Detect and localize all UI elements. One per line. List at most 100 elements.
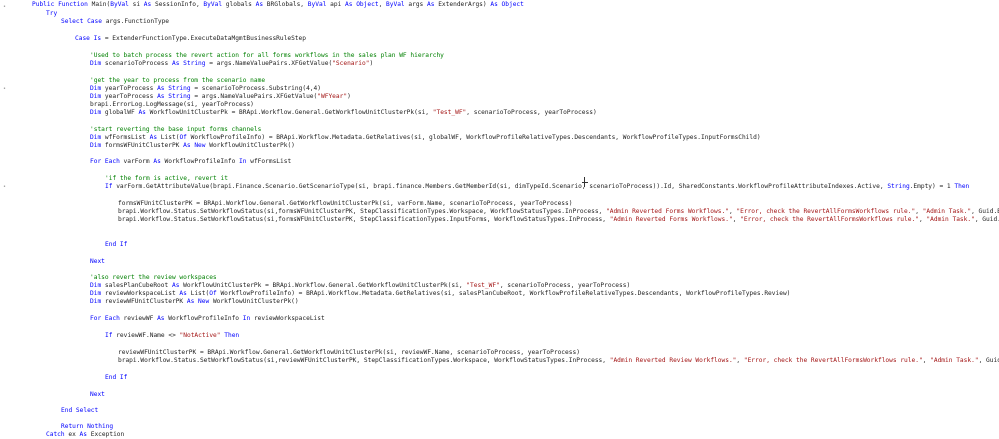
string-token: "Admin Task." — [926, 216, 975, 223]
keyword-token: Dim — [90, 290, 105, 297]
code-line[interactable]: brapi.Workflow.Status.SetWorkflowStatus(… — [118, 357, 999, 365]
code-token: reviewWF — [123, 315, 158, 322]
string-token: "Admin Reverted Forms Workflows." — [606, 208, 729, 215]
code-token: List( — [160, 134, 180, 141]
keyword-token: End If — [105, 241, 128, 248]
keyword-token: Of — [179, 134, 191, 141]
code-line[interactable]: reviewWFUnitClusterPK = BRApi.Workflow.G… — [118, 349, 580, 357]
comment-token: 'also revert the review workspaces — [90, 274, 217, 281]
keyword-token: As — [157, 315, 169, 322]
code-line[interactable]: End Select — [61, 407, 98, 415]
code-token: args.FunctionType — [105, 18, 170, 25]
code-token: WorkflowUnitClusterPk() — [212, 298, 299, 305]
code-line[interactable]: 'get the year to process from the scenar… — [90, 77, 265, 85]
code-token: WorkflowProfileInfo — [168, 315, 243, 322]
code-token: varForm — [123, 158, 154, 165]
code-token: List( — [190, 290, 210, 297]
comment-token: 'if the form is active, revert it — [105, 175, 228, 182]
keyword-token: As — [149, 134, 161, 141]
keyword-token: Catch — [46, 431, 69, 438]
keyword-token: If — [105, 183, 117, 190]
code-line[interactable]: Dim formsWFUnitClusterPK As New Workflow… — [90, 142, 295, 150]
keyword-token: As Object — [345, 1, 379, 8]
keyword-token: Try — [46, 10, 58, 17]
keyword-token: As String — [157, 85, 195, 92]
code-token: scenarioToProcess — [104, 60, 172, 67]
code-line[interactable]: Return Nothing — [61, 423, 113, 431]
keyword-token: Return Nothing — [61, 423, 114, 430]
code-line[interactable]: End If — [105, 374, 127, 382]
code-token: .Empty) = 1 — [909, 183, 955, 190]
code-token: ) — [369, 60, 374, 67]
code-line[interactable]: For Each reviewWF As WorkflowProfileInfo… — [90, 315, 325, 323]
code-line[interactable]: For Each varForm As WorkflowProfileInfo … — [90, 158, 291, 166]
keyword-token: As — [179, 290, 191, 297]
code-line[interactable]: Public Function Main(ByVal si As Session… — [32, 1, 524, 9]
code-token: , Guid.Empty) — [974, 216, 999, 223]
code-token: formsWFUnitClusterPK — [104, 142, 184, 149]
comment-token: 'start reverting the base input forms ch… — [90, 126, 262, 133]
code-line[interactable]: brapi.Workflow.Status.SetWorkflowStatus(… — [118, 208, 999, 216]
code-token: wfFormsList — [104, 134, 150, 141]
string-token: "NotActive" — [179, 332, 221, 339]
keyword-token: As String — [171, 60, 210, 67]
code-line[interactable]: Try — [46, 10, 57, 18]
keyword-token: For Each — [90, 315, 124, 322]
code-line[interactable]: Next — [90, 391, 105, 399]
code-token: api — [330, 1, 346, 8]
keyword-token: Dim — [90, 109, 105, 116]
code-token: BRGlobals, — [266, 1, 308, 8]
code-token: reviewWFUnitClusterPK = BRApi.Workflow.G… — [118, 349, 580, 356]
code-line[interactable]: brapi.ErrorLog.LogMessage(si, yearToProc… — [90, 101, 254, 109]
code-token: brapi.Workflow.Status.SetWorkflowStatus(… — [118, 216, 610, 223]
code-line[interactable]: Next — [90, 258, 105, 266]
comment-token: 'get the year to process from the scenar… — [90, 77, 266, 84]
code-line[interactable]: Dim yearToProcess As String = scenarioTo… — [90, 85, 321, 93]
code-line[interactable]: End If — [105, 241, 127, 249]
code-area[interactable]: Public Function Main(ByVal si As Session… — [0, 0, 999, 439]
code-token: , scenarioToProcess, yearToProcess) — [466, 109, 597, 116]
string-token: "Admin Reverted Forms Workflows." — [609, 216, 733, 223]
code-line[interactable]: Catch ex As Exception — [46, 431, 124, 439]
code-line[interactable]: formsWFUnitClusterPK = BRApi.Workflow.Ge… — [118, 200, 572, 208]
keyword-token: Select Case — [61, 18, 106, 25]
code-line[interactable]: 'start reverting the base input forms ch… — [90, 126, 261, 134]
code-line[interactable]: 'also revert the review workspaces — [90, 274, 217, 282]
keyword-token: Dim — [90, 93, 105, 100]
code-line[interactable]: Dim reviewWFUnitClusterPK As New Workflo… — [90, 298, 299, 306]
code-line[interactable]: Dim globalWF As WorkflowUnitClusterPk = … — [90, 109, 597, 117]
text-cursor-icon — [582, 177, 588, 187]
string-token: "Test_WF" — [432, 109, 467, 116]
string-token: "WFYear" — [317, 93, 348, 100]
code-line[interactable]: If varForm.GetAttributeValue(brapi.Finan… — [105, 183, 969, 191]
code-token: si — [132, 1, 144, 8]
keyword-token: Dim — [90, 298, 105, 305]
keyword-token: Dim — [90, 60, 105, 67]
code-editor[interactable]: • • • Public Function Main(ByVal si As Ses… — [0, 0, 999, 439]
code-token: SessionInfo, — [154, 1, 204, 8]
keyword-token: ByVal — [110, 1, 133, 8]
code-line[interactable]: Dim yearToProcess As String = args.NameV… — [90, 93, 351, 101]
string-token: "Error, check the RevertAllFormsWorkflow… — [743, 357, 923, 364]
code-token: reviewWFUnitClusterPK — [104, 298, 187, 305]
keyword-token: For Each — [90, 158, 124, 165]
keyword-token: Then — [954, 183, 970, 190]
keyword-token: Case Is — [75, 35, 105, 42]
code-token: Main( — [91, 1, 111, 8]
keyword-token: If — [105, 332, 117, 339]
code-line[interactable]: Dim wfFormsList As List(Of WorkflowProfi… — [90, 134, 761, 142]
code-line[interactable]: 'Used to batch process the revert action… — [90, 52, 444, 60]
code-token: yearToProcess — [104, 93, 158, 100]
code-line[interactable]: Dim scenarioToProcess As String = args.N… — [90, 60, 373, 68]
keyword-token: As — [255, 1, 267, 8]
code-line[interactable]: Dim salesPlanCubeRoot As WorkflowUnitClu… — [90, 282, 630, 290]
code-line[interactable]: 'if the form is active, revert it — [105, 175, 228, 183]
code-line[interactable]: If reviewWF.Name <> "NotActive" Then — [105, 332, 239, 340]
keyword-token: String — [887, 183, 910, 190]
string-token: "Error, check the RevertAllFormsWorkflow… — [736, 208, 916, 215]
string-token: "Admin Task." — [922, 208, 972, 215]
code-line[interactable]: brapi.Workflow.Status.SetWorkflowStatus(… — [118, 216, 999, 224]
code-line[interactable]: Dim reviewWorkspaceList As List(Of Workf… — [90, 290, 790, 298]
code-line[interactable]: Case Is = ExtenderFunctionType.ExecuteDa… — [75, 35, 306, 43]
code-line[interactable]: Select Case args.FunctionType — [61, 18, 169, 26]
